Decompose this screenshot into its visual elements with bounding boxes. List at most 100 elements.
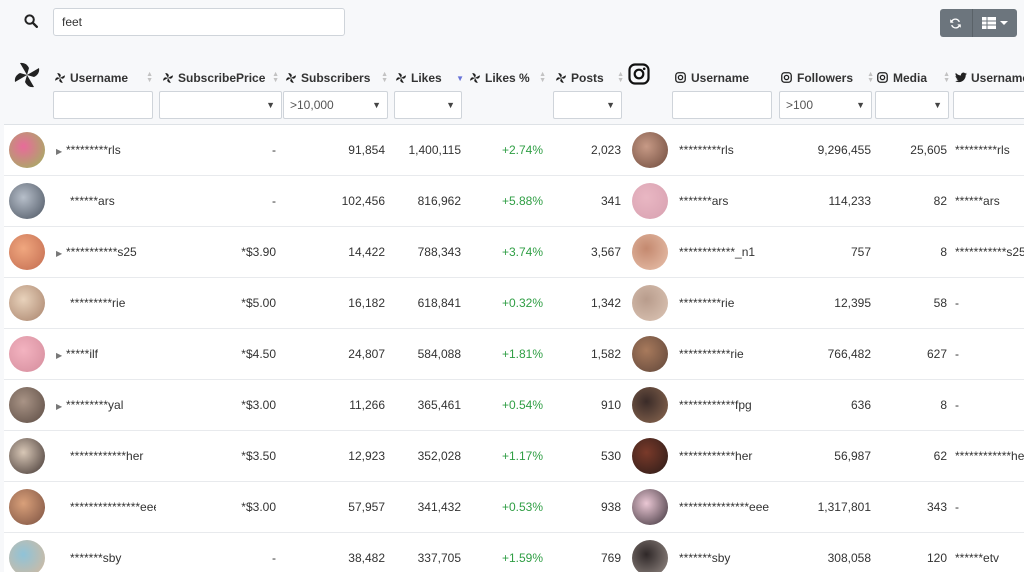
table-row[interactable]: *******sby - 38,482 337,705 +1.59% 769 *******…: [4, 532, 1024, 572]
posts-cell: 769: [549, 532, 627, 572]
of-username[interactable]: ***************eee: [70, 500, 156, 514]
search-input[interactable]: [53, 8, 345, 36]
onlyfans-avatar[interactable]: [9, 132, 45, 168]
tw-username[interactable]: ******ars: [955, 194, 1000, 208]
ig-username[interactable]: *******ars: [679, 194, 728, 208]
col-ig-followers[interactable]: Followers ▲ ▼ >100 ▼: [779, 58, 877, 125]
instagram-avatar[interactable]: [632, 489, 668, 525]
table-row[interactable]: ***************eee *$3.00 57,957 341,432 +0.…: [4, 481, 1024, 533]
tw-username[interactable]: -: [955, 500, 959, 514]
of-username[interactable]: *********yal: [66, 398, 123, 412]
onlyfans-avatar[interactable]: [9, 234, 45, 270]
sort-icon[interactable]: ▲ ▼: [146, 71, 153, 84]
expand-icon[interactable]: ▶: [56, 147, 64, 156]
ig-username[interactable]: *********rie: [679, 296, 734, 310]
sort-icon[interactable]: ▲ ▼: [617, 71, 624, 84]
expand-icon[interactable]: ▶: [56, 402, 64, 411]
media-filter-select[interactable]: ▼: [875, 91, 949, 119]
onlyfans-avatar[interactable]: [9, 438, 45, 474]
expand-icon[interactable]: ▶: [56, 249, 64, 258]
onlyfans-avatar[interactable]: [9, 183, 45, 219]
expand-icon[interactable]: ▶: [56, 351, 64, 360]
ig-avatar: [627, 226, 677, 278]
instagram-avatar[interactable]: [632, 438, 668, 474]
ig-username-filter-input[interactable]: [672, 91, 772, 119]
refresh-button[interactable]: [940, 9, 973, 37]
onlyfans-avatar[interactable]: [9, 540, 45, 572]
price-cell: *$3.00: [156, 481, 282, 533]
ig-username[interactable]: ************her: [679, 449, 752, 463]
media: 62: [933, 449, 947, 463]
table-row[interactable]: ******ars - 102,456 816,962 +5.88% 341 *******…: [4, 175, 1024, 227]
instagram-avatar[interactable]: [632, 132, 668, 168]
onlyfans-avatar[interactable]: [9, 387, 45, 423]
tw-username-filter-input[interactable]: [953, 91, 1024, 119]
tw-username[interactable]: -: [955, 347, 959, 361]
tw-username[interactable]: *********rls: [955, 143, 1010, 157]
col-ig-media[interactable]: Media ▲ ▼ ▼: [875, 58, 953, 125]
col-tw-username[interactable]: Username: [953, 58, 1024, 125]
instagram-avatar[interactable]: [632, 183, 668, 219]
instagram-avatar[interactable]: [632, 387, 668, 423]
table-row[interactable]: ▶ *********yal *$3.00 11,266 365,461 +0.54% 91…: [4, 379, 1024, 431]
ig-username[interactable]: ***************eee: [679, 500, 769, 514]
col-of-posts[interactable]: Posts ▲ ▼ ▼: [549, 58, 627, 125]
subscribers-filter-select[interactable]: >10,000 ▼: [283, 91, 388, 119]
onlyfans-avatar[interactable]: [9, 336, 45, 372]
price-cell: *$3.90: [156, 226, 282, 278]
followers-filter-select[interactable]: >100 ▼: [779, 91, 872, 119]
sort-icon[interactable]: ▲ ▼: [943, 71, 950, 84]
of-username-cell: *******sby: [54, 532, 156, 572]
table-row[interactable]: ▶ *********rls -91,854 1,400,115 +2.74% 2,023…: [4, 124, 1024, 176]
tw-username[interactable]: ************her: [955, 449, 1024, 463]
sort-icon[interactable]: ▲ ▼: [539, 71, 546, 84]
of-username[interactable]: *******sby: [70, 551, 121, 565]
ig-username[interactable]: ************_n1: [679, 245, 755, 259]
tw-username[interactable]: -: [955, 398, 959, 412]
of-username[interactable]: ***********s25: [66, 245, 137, 259]
col-ig-username[interactable]: Username: [672, 58, 779, 125]
of-username[interactable]: ******ars: [70, 194, 115, 208]
posts-filter-select[interactable]: ▼: [553, 91, 622, 119]
view-toggle-button[interactable]: [973, 9, 1017, 37]
subscribers: 12,923: [348, 449, 385, 463]
price-filter-select[interactable]: ▼: [159, 91, 282, 119]
likes-filter-select[interactable]: ▼: [394, 91, 462, 119]
tw-username[interactable]: ***********s25: [955, 245, 1024, 259]
likes-cell: 1,400,115: [391, 124, 467, 176]
of-username[interactable]: *****ilf: [66, 347, 98, 361]
col-of-subscribers[interactable]: Subscribers ▲ ▼ >10,000 ▼: [282, 58, 391, 125]
table-row[interactable]: ▶ ***********s25 *$3.90 14,422 788,343 +3.74%…: [4, 226, 1024, 278]
ig-username[interactable]: *********rls: [679, 143, 734, 157]
sort-icon[interactable]: ▲ ▼: [381, 71, 388, 84]
ig-username[interactable]: *******sby: [679, 551, 730, 565]
followers: 1,317,801: [817, 500, 871, 514]
col-of-price[interactable]: SubscribePrice ▲ ▼ ▼: [156, 58, 282, 125]
tw-username[interactable]: ******etv: [955, 551, 999, 565]
likes-pct: +2.74%: [501, 143, 543, 157]
instagram-avatar[interactable]: [632, 336, 668, 372]
col-of-likes-pct[interactable]: Likes % ▲ ▼: [467, 58, 549, 125]
sort-desc-icon[interactable]: ▼: [456, 74, 464, 83]
instagram-avatar[interactable]: [632, 540, 668, 572]
table-row[interactable]: ************her *$3.50 12,923 352,028 +1.17%…: [4, 430, 1024, 482]
table-row[interactable]: *********rie *$5.00 16,182 618,841 +0.32% 1,3…: [4, 277, 1024, 329]
ig-username[interactable]: ***********rie: [679, 347, 744, 361]
of-username[interactable]: *********rls: [66, 143, 121, 157]
of-username[interactable]: *********rie: [70, 296, 125, 310]
tw-username[interactable]: -: [955, 296, 959, 310]
ig-username[interactable]: ************fpg: [679, 398, 752, 412]
instagram-icon: [675, 72, 687, 84]
instagram-avatar[interactable]: [632, 285, 668, 321]
onlyfans-avatar[interactable]: [9, 285, 45, 321]
instagram-avatar[interactable]: [632, 234, 668, 270]
sort-icon[interactable]: ▲ ▼: [272, 71, 279, 84]
col-of-likes[interactable]: Likes ▼ ▼: [391, 58, 467, 125]
of-username[interactable]: ************her: [70, 449, 143, 463]
table-row[interactable]: ▶ *****ilf *$4.50 24,807 584,088 +1.81% 1,582 *…: [4, 328, 1024, 380]
onlyfans-avatar[interactable]: [9, 489, 45, 525]
of-username-filter-input[interactable]: [53, 91, 153, 119]
sort-icon[interactable]: ▲ ▼: [867, 71, 874, 84]
col-of-username[interactable]: Username ▲ ▼: [53, 58, 156, 125]
followers: 12,395: [834, 296, 871, 310]
